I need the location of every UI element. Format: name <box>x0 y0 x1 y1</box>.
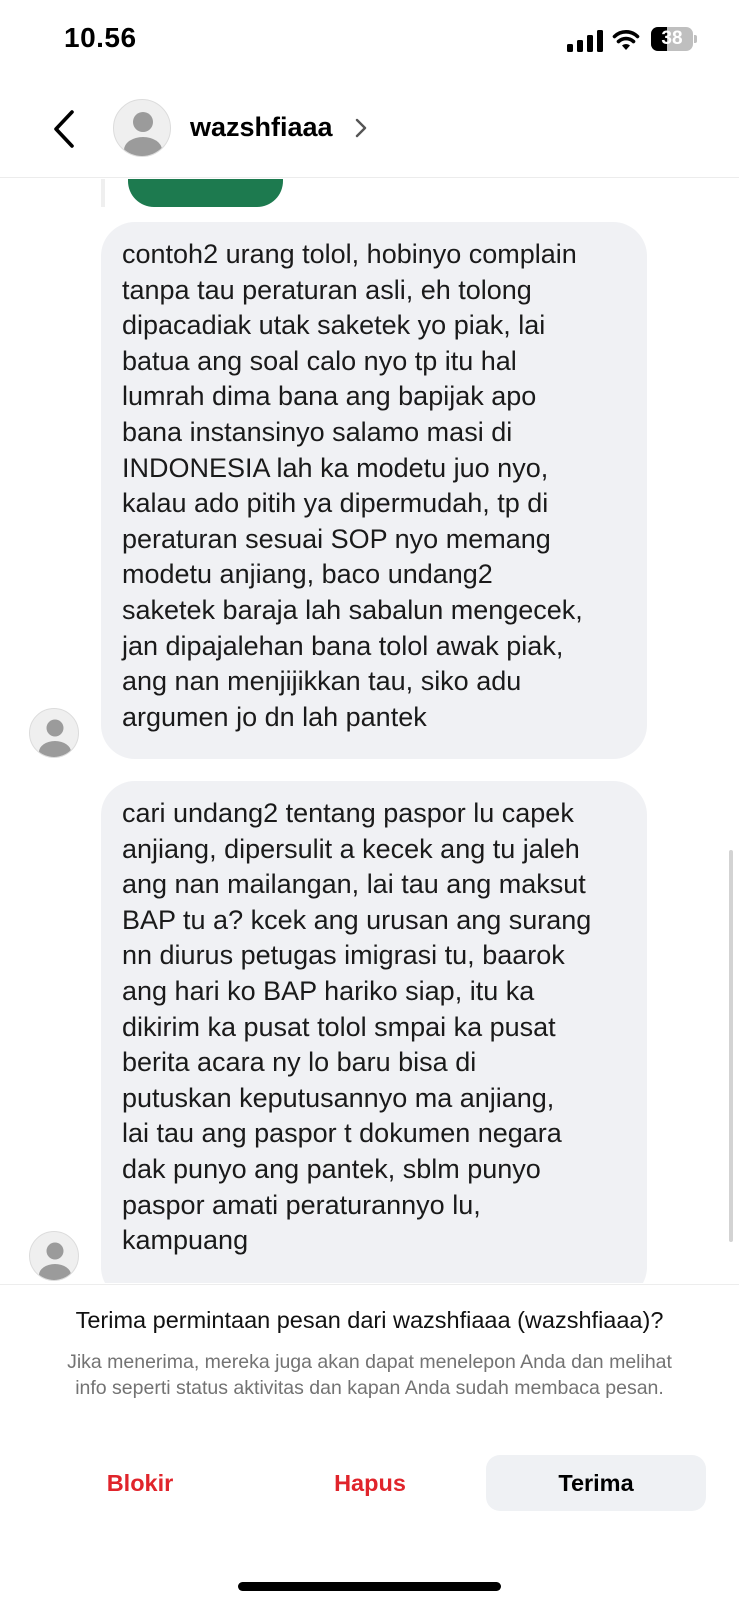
message-bubble[interactable]: cari undang2 tentang paspor lu capek anj… <box>101 781 647 1283</box>
message-line: bana instansinyo salamo masi di <box>122 416 513 447</box>
cellular-signal-icon <box>567 30 603 52</box>
message-line: nn diurus petugas imigrasi tu, baarok <box>122 940 565 971</box>
default-avatar-icon <box>124 112 162 156</box>
block-button[interactable]: Blokir <box>55 1455 225 1511</box>
message-bubble[interactable]: contoh2 urang tolol, hobinyo complain ta… <box>101 222 647 759</box>
contact-username[interactable]: wazshfiaaa <box>190 112 333 143</box>
back-chevron-icon[interactable] <box>44 104 84 154</box>
message-line: contoh2 urang tolol, hobinyo complain <box>122 239 577 269</box>
message-thread[interactable]: contoh2 urang tolol, hobinyo complain ta… <box>0 179 739 1283</box>
default-avatar-icon <box>39 719 71 757</box>
status-time: 10.56 <box>64 22 137 53</box>
accept-button[interactable]: Terima <box>486 1455 706 1511</box>
battery-percent: 38 <box>661 28 683 49</box>
sender-avatar[interactable] <box>29 1231 79 1281</box>
message-line: cari undang2 tentang paspor lu capek <box>122 798 574 828</box>
message-line: kalau ado pitih ya dipermudah, tp di <box>122 488 549 519</box>
message-line: ang nan mailangan, lai tau ang maksut <box>122 869 586 900</box>
message-line: modetu anjiang, baco undang2 <box>122 559 493 590</box>
chat-header: wazshfiaaa <box>0 82 739 178</box>
message-line: tanpa tau peraturan asli, eh tolong <box>122 274 532 305</box>
message-line: lai tau ang paspor t dokumen negara <box>122 1118 562 1149</box>
message-line: saketek baraja lah sabalun mengecek, <box>122 594 583 625</box>
message-line: argumen jo dn lah pantek <box>122 701 427 732</box>
message-line: anjiang, dipersulit a kecek ang tu jaleh <box>122 833 580 864</box>
status-bar: 10.56 38 <box>0 0 739 82</box>
message-line: lumrah dima bana ang bapijak apo <box>122 381 537 412</box>
delete-button[interactable]: Hapus <box>285 1455 455 1511</box>
battery-icon: 38 <box>651 27 697 51</box>
message-line: dipacadiak utak saketek yo piak, lai <box>122 310 546 341</box>
avatar[interactable] <box>113 99 171 157</box>
scrollbar[interactable] <box>729 850 733 1242</box>
message-line: dak punyo ang pantek, sblm punyo <box>122 1153 541 1184</box>
request-description: Jika menerima, mereka juga akan dapat me… <box>67 1351 672 1399</box>
request-title: Terima permintaan pesan dari wazshfiaaa … <box>75 1307 664 1333</box>
wifi-icon <box>612 30 640 50</box>
message-request-panel: Terima permintaan pesan dari wazshfiaaa … <box>0 1284 739 1600</box>
message-line: dikirim ka pusat tolol smpai ka pusat <box>122 1011 556 1042</box>
message-line: ang nan menjijikkan tau, siko adu <box>122 666 522 697</box>
shared-image[interactable] <box>128 179 283 207</box>
chevron-right-icon[interactable] <box>354 116 368 140</box>
message-line: jan dipajalehan bana tolol awak piak, <box>122 630 564 661</box>
sender-avatar[interactable] <box>29 708 79 758</box>
message-line: batua ang soal calo nyo tp itu hal <box>122 345 517 376</box>
message-line: ang hari ko BAP hariko siap, itu ka <box>122 975 535 1006</box>
message-line: peraturan sesuai SOP nyo memang <box>122 523 551 554</box>
message-line: paspor amati peraturannyo lu, <box>122 1189 481 1220</box>
default-avatar-icon <box>39 1242 71 1280</box>
message-line: INDONESIA lah ka modetu juo nyo, <box>122 452 549 483</box>
message-line: kampuang <box>122 1225 249 1256</box>
message-line: berita acara ny lo baru bisa di <box>122 1047 477 1078</box>
message-line: putuskan keputusannyo ma anjiang, <box>122 1082 555 1113</box>
home-indicator[interactable] <box>238 1582 501 1591</box>
message-line: BAP tu a? kcek ang urusan ang surang <box>122 904 592 935</box>
reply-line <box>101 179 105 207</box>
